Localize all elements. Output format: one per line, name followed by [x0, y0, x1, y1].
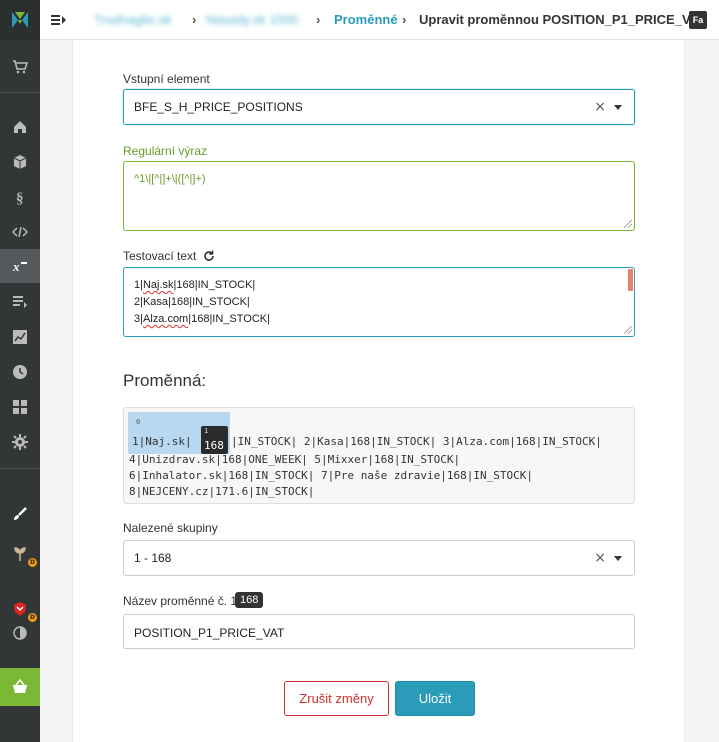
sidebar-item-home[interactable] [0, 110, 40, 144]
clock-icon [13, 365, 27, 379]
breadcrumb-item-variables[interactable]: Proměnné [334, 12, 398, 27]
breadcrumb-item[interactable]: Trudnaglio.sk [94, 12, 172, 27]
resize-handle-icon[interactable] [624, 326, 632, 334]
group1-index: 1 [204, 427, 209, 435]
shield-icon [14, 602, 26, 616]
scrollbar[interactable] [628, 269, 633, 291]
groups-value: 1 - 168 [134, 551, 172, 565]
menu-collapse-icon[interactable] [50, 11, 68, 29]
sidebar-divider [0, 92, 40, 93]
svg-text:x: x [12, 259, 20, 274]
chevron-down-icon[interactable] [614, 105, 622, 110]
group0-text: 1|Naj.sk| [132, 435, 192, 448]
chevron-down-icon[interactable] [614, 556, 622, 561]
sidebar-item-rules[interactable]: § [0, 180, 40, 214]
match-line: |IN_STOCK| 2|Kasa|168|IN_STOCK| 3|Alza.c… [231, 435, 602, 448]
save-button[interactable]: Uložit [395, 681, 475, 716]
regex-textarea[interactable]: ^1\|[^|]+\|([^|]+) [123, 161, 635, 231]
breadcrumb-separator: › [192, 12, 197, 27]
gear-icon [12, 434, 28, 450]
var-name-label: Název proměnné č. 1 [123, 594, 238, 608]
brush-icon [14, 507, 27, 520]
test-text-line: 3|Alza.com|168|IN_STOCK| [134, 313, 270, 325]
input-element-select[interactable]: BFE_S_H_PRICE_POSITIONS × [123, 89, 635, 125]
sidebar-divider [0, 468, 40, 469]
test-text-line: 1|Naj.sk|168|IN_STOCK| [134, 279, 256, 291]
variable-section-title: Proměnná: [123, 371, 207, 390]
var-name-input[interactable]: POSITION_P1_PRICE_VAT [123, 614, 635, 649]
test-text-label: Testovací text [123, 249, 197, 263]
clear-icon[interactable]: × [594, 550, 606, 566]
plugin-badge: D [28, 558, 37, 567]
app-logo[interactable] [0, 0, 40, 40]
refresh-icon[interactable] [202, 249, 216, 263]
match-line: 6|Inhalator.sk|168|IN_STOCK| 7|Pre naše … [129, 469, 533, 482]
grid-icon [13, 400, 27, 414]
clear-icon[interactable]: × [594, 99, 606, 115]
test-text-line: 2|Kasa|168|IN_STOCK| [134, 296, 250, 308]
match-preview: 0 1|Naj.sk| 1 168 |IN_STOCK| 2|Kasa|168|… [123, 407, 635, 504]
match-highlight-group1: 1 168 [201, 426, 228, 454]
sidebar-item-products[interactable] [0, 145, 40, 179]
list-icon [13, 296, 27, 308]
breadcrumb-separator: › [316, 12, 321, 27]
group1-value: 168 [204, 439, 224, 452]
plant-icon [14, 547, 26, 561]
cart-icon [13, 60, 28, 74]
cancel-button[interactable]: Zrušit změny [284, 681, 389, 716]
variable-icon: x [12, 259, 27, 274]
basket-icon [13, 679, 27, 693]
group0-index: 0 [136, 418, 141, 426]
var-name-value: POSITION_P1_PRICE_VAT [134, 626, 285, 640]
user-avatar[interactable]: Fa [689, 11, 707, 29]
match-line: 4|Unizdrav.sk|168|ONE_WEEK| 5|Mixxer|168… [129, 453, 461, 466]
code-icon [12, 226, 28, 238]
input-element-label: Vstupní element [123, 72, 210, 86]
sidebar-item-theme[interactable] [0, 616, 40, 650]
logo-icon [12, 12, 28, 28]
sidebar-item-list[interactable] [0, 285, 40, 319]
breadcrumb-current: Upravit proměnnou POSITION_P1_PRICE_VAT [419, 12, 707, 27]
box-icon [13, 155, 27, 169]
contrast-icon [13, 626, 27, 640]
sidebar-item-shop[interactable] [0, 668, 40, 706]
sidebar-item-tools[interactable] [0, 497, 40, 531]
sidebar-item-history[interactable] [0, 355, 40, 389]
groups-select[interactable]: 1 - 168 × [123, 540, 635, 576]
section-icon: § [16, 191, 24, 205]
resize-handle-icon[interactable] [624, 220, 632, 228]
sidebar-item-dashboard[interactable] [0, 390, 40, 424]
svg-text:§: § [16, 191, 24, 205]
var-name-badge: 168 [235, 592, 264, 608]
breadcrumb-item[interactable]: Nasady.sk 1500 [206, 12, 298, 27]
top-bar: Trudnaglio.sk › Nasady.sk 1500 › Proměnn… [40, 0, 719, 40]
match-line: 8|NEJCENY.cz|171.6|IN_STOCK| [129, 485, 315, 498]
sidebar-item-settings[interactable] [0, 425, 40, 459]
sidebar-item-plugin-a[interactable]: D [0, 537, 40, 571]
match-highlight-group0: 0 1|Naj.sk| 1 168 [128, 412, 230, 454]
regex-value: ^1\|[^|]+\|([^|]+) [134, 173, 206, 185]
sidebar-item-variables[interactable]: x [0, 249, 40, 283]
sidebar-item-cart[interactable] [0, 50, 40, 84]
test-text-textarea[interactable]: 1|Naj.sk|168|IN_STOCK| 2|Kasa|168|IN_STO… [123, 267, 635, 337]
input-element-value: BFE_S_H_PRICE_POSITIONS [134, 100, 303, 114]
groups-label: Nalezené skupiny [123, 521, 218, 535]
sidebar: § x D D [0, 0, 40, 742]
breadcrumb-separator: › [402, 12, 407, 27]
home-icon [14, 121, 26, 133]
regex-label: Regulární výraz [123, 144, 208, 158]
sidebar-item-stats[interactable] [0, 320, 40, 354]
chart-icon [13, 330, 27, 344]
sidebar-item-code[interactable] [0, 215, 40, 249]
